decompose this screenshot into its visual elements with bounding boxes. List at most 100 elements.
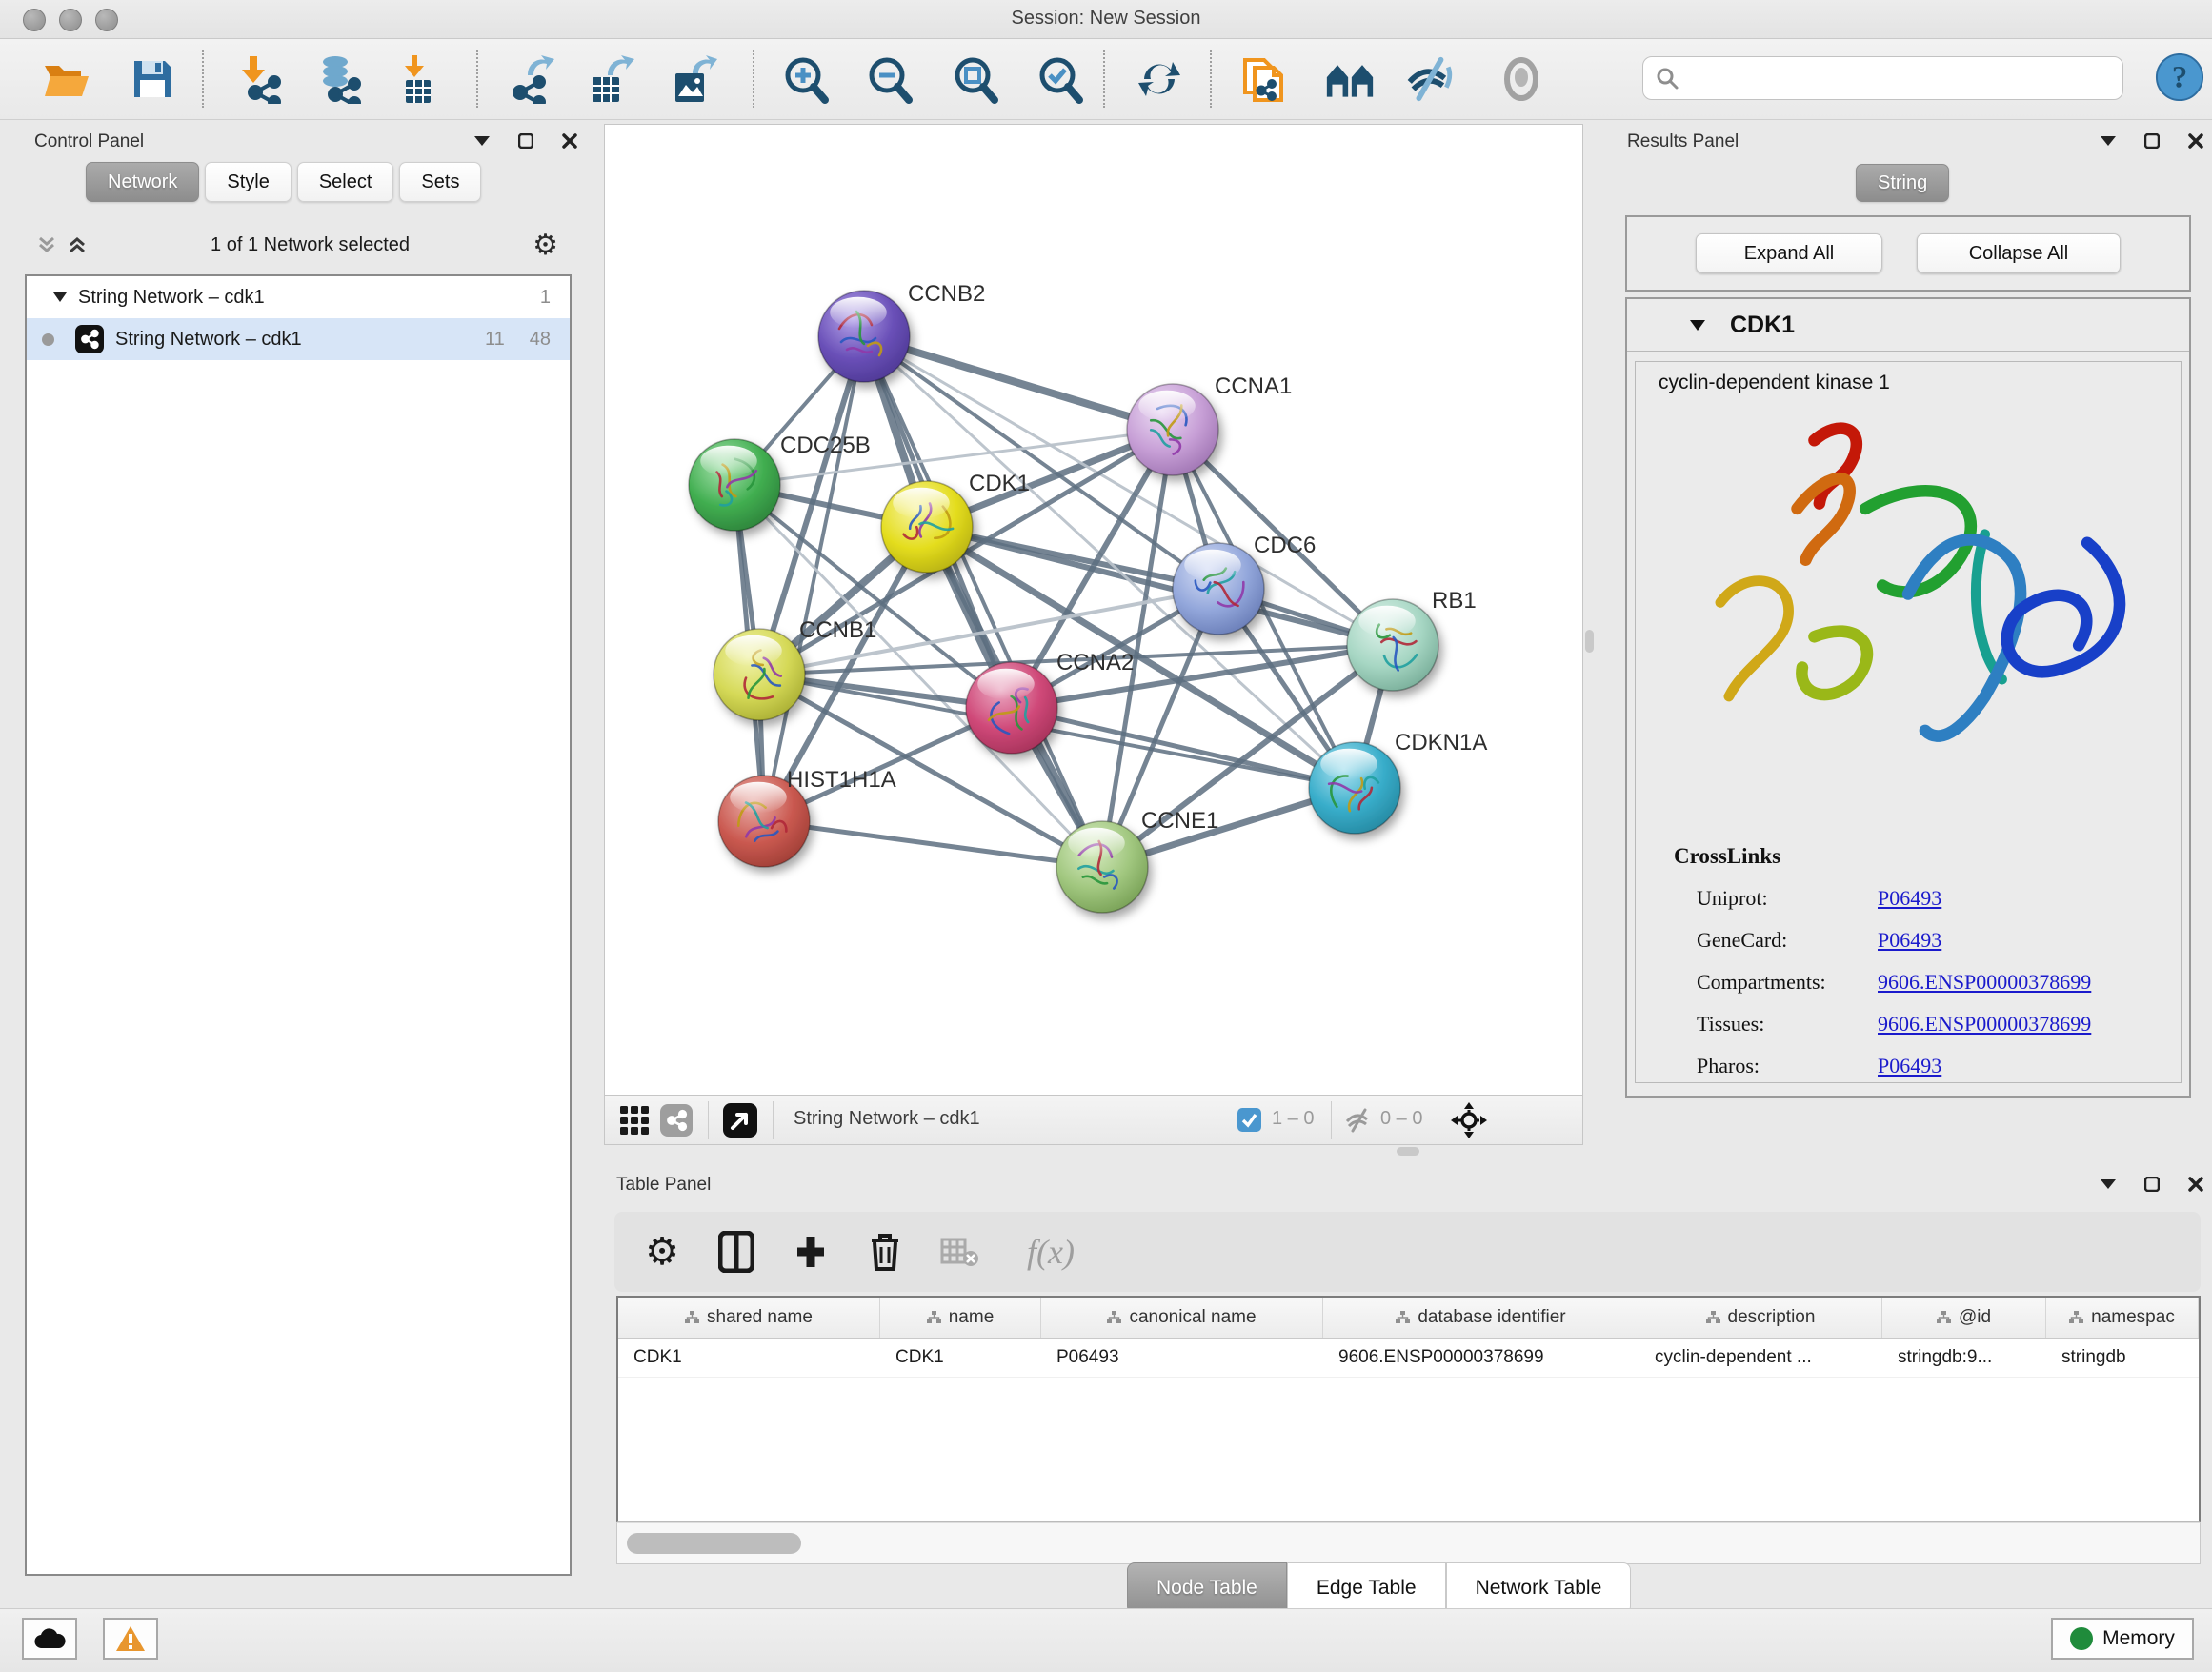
- zoom-fit-icon[interactable]: [950, 54, 999, 104]
- control-panel-menu-icon[interactable]: [473, 131, 492, 151]
- warnings-button[interactable]: [103, 1618, 158, 1660]
- crosslink-value-link[interactable]: P06493: [1878, 1054, 1941, 1078]
- show-hide-graphics-icon[interactable]: [1325, 54, 1375, 104]
- tab-network[interactable]: Network: [86, 162, 199, 202]
- export-network-icon[interactable]: [507, 54, 556, 104]
- table-panel-menu-icon[interactable]: [2099, 1175, 2118, 1194]
- clone-network-icon[interactable]: [1239, 54, 1289, 104]
- tab-edge-table[interactable]: Edge Table: [1287, 1562, 1446, 1614]
- expand-all-button[interactable]: Expand All: [1696, 233, 1882, 273]
- tab-network-table[interactable]: Network Table: [1446, 1562, 1632, 1614]
- tab-sets[interactable]: Sets: [399, 162, 481, 202]
- zoom-out-icon[interactable]: [864, 54, 914, 104]
- node-label-HIST1H1A: HIST1H1A: [787, 767, 896, 793]
- zoom-in-icon[interactable]: [780, 54, 830, 104]
- results-panel-float-icon[interactable]: [2142, 131, 2162, 151]
- control-panel-close-icon[interactable]: [560, 131, 579, 151]
- crosslink-value-link[interactable]: 9606.ENSP00000378699: [1878, 1012, 2091, 1037]
- search-input[interactable]: [1679, 67, 2122, 91]
- column-header-database-identifier[interactable]: database identifier: [1323, 1298, 1639, 1338]
- network-graph[interactable]: CCNB2CCNA1CDC25BCDK1CDC6RB1CCNB1CCNA2CDK…: [605, 125, 1582, 1095]
- window-title-bar: Session: New Session: [0, 0, 2212, 39]
- import-network-database-icon[interactable]: [314, 54, 364, 104]
- help-icon[interactable]: ?: [2155, 52, 2204, 102]
- network-tree-root-row[interactable]: String Network – cdk1 1: [27, 276, 570, 318]
- table-columns-icon[interactable]: [715, 1231, 757, 1273]
- vertical-splitter-handle[interactable]: [1585, 630, 1594, 653]
- crosslink-row: Uniprot:P06493: [1697, 886, 2181, 911]
- refresh-layout-icon[interactable]: [1135, 54, 1184, 104]
- table-panel-float-icon[interactable]: [2142, 1175, 2162, 1194]
- table-panel-close-icon[interactable]: [2186, 1175, 2205, 1194]
- network-node-HIST1H1A[interactable]: HIST1H1A: [718, 767, 896, 867]
- table-settings-gear-icon[interactable]: ⚙: [641, 1231, 683, 1273]
- import-table-icon[interactable]: [396, 54, 446, 104]
- network-tree-child-row[interactable]: String Network – cdk1 11 48: [27, 318, 570, 360]
- import-network-file-icon[interactable]: [236, 54, 286, 104]
- delete-table-icon: [938, 1231, 980, 1273]
- table-horizontal-scrollbar[interactable]: [616, 1522, 2201, 1564]
- control-panel-float-icon[interactable]: [516, 131, 535, 151]
- network-node-CCNA1[interactable]: CCNA1: [1127, 373, 1292, 475]
- column-header-label: shared name: [707, 1307, 813, 1328]
- network-node-CDC25B[interactable]: CDC25B: [689, 433, 871, 531]
- grid-view-icon[interactable]: [620, 1106, 649, 1135]
- control-panel-title-text: Control Panel: [34, 131, 144, 151]
- toolbar-search-field[interactable]: [1642, 56, 2123, 100]
- crosslink-row: Tissues:9606.ENSP00000378699: [1697, 1012, 2181, 1037]
- column-header--id[interactable]: @id: [1882, 1298, 2046, 1338]
- selected-checkbox-icon[interactable]: [1237, 1108, 1261, 1132]
- export-image-icon[interactable]: [668, 54, 717, 104]
- tab-string[interactable]: String: [1856, 164, 1949, 202]
- results-panel-menu-icon[interactable]: [2099, 131, 2118, 151]
- network-options-gear-icon[interactable]: ⚙: [533, 229, 558, 262]
- collapse-all-button[interactable]: Collapse All: [1917, 233, 2121, 273]
- zoom-selected-icon[interactable]: [1035, 54, 1084, 104]
- crosslink-value-link[interactable]: 9606.ENSP00000378699: [1878, 970, 2091, 995]
- entry-collapse-arrow-icon[interactable]: [1690, 320, 1705, 331]
- collapse-all-chevron-icon[interactable]: [36, 234, 57, 255]
- tab-node-table[interactable]: Node Table: [1127, 1562, 1287, 1614]
- column-header-canonical-name[interactable]: canonical name: [1041, 1298, 1323, 1338]
- tab-select[interactable]: Select: [297, 162, 394, 202]
- column-header-name[interactable]: name: [880, 1298, 1041, 1338]
- tree-expand-arrow-icon[interactable]: [53, 292, 67, 302]
- results-entry-header[interactable]: CDK1: [1627, 299, 2189, 352]
- tab-style[interactable]: Style: [205, 162, 291, 202]
- node-label-CDK1: CDK1: [969, 471, 1030, 496]
- column-header-label: database identifier: [1418, 1307, 1565, 1328]
- network-canvas[interactable]: CCNB2CCNA1CDC25BCDK1CDC6RB1CCNB1CCNA2CDK…: [604, 124, 1583, 1096]
- network-view-share-icon[interactable]: [660, 1104, 693, 1137]
- birds-eye-crosshair-icon[interactable]: [1451, 1102, 1487, 1138]
- column-type-icon: [927, 1311, 941, 1324]
- table-add-icon[interactable]: [790, 1231, 832, 1273]
- export-table-icon[interactable]: [585, 54, 634, 104]
- hide-details-eye-slash-icon[interactable]: [1404, 54, 1454, 104]
- memory-button[interactable]: Memory: [2051, 1618, 2194, 1660]
- column-header-shared-name[interactable]: shared name: [618, 1298, 880, 1338]
- crosslink-label: GeneCard:: [1697, 928, 1878, 953]
- detach-view-icon[interactable]: [723, 1103, 757, 1138]
- column-header-namespac[interactable]: namespac: [2046, 1298, 2199, 1338]
- network-node-CDK1[interactable]: CDK1: [881, 471, 1030, 573]
- show-details-eye-icon[interactable]: [1497, 54, 1546, 104]
- horizontal-splitter-handle[interactable]: [1397, 1147, 1419, 1156]
- network-edge-count: 48: [530, 329, 551, 351]
- results-panel-close-icon[interactable]: [2186, 131, 2205, 151]
- table-row[interactable]: CDK1CDK1P064939606.ENSP00000378699cyclin…: [618, 1339, 2199, 1378]
- network-node-CDKN1A[interactable]: CDKN1A: [1309, 730, 1487, 834]
- crosslink-label: Uniprot:: [1697, 886, 1878, 911]
- open-session-icon[interactable]: [42, 54, 91, 104]
- hidden-eye-slash-icon[interactable]: [1344, 1108, 1373, 1133]
- expand-all-chevron-icon[interactable]: [67, 234, 88, 255]
- crosslink-value-link[interactable]: P06493: [1878, 928, 1941, 953]
- column-header-label: namespac: [2091, 1307, 2175, 1328]
- table-delete-icon[interactable]: [864, 1231, 906, 1273]
- column-header-description[interactable]: description: [1639, 1298, 1882, 1338]
- cloud-status-button[interactable]: [22, 1618, 77, 1660]
- network-node-RB1[interactable]: RB1: [1347, 588, 1477, 691]
- column-type-icon: [685, 1311, 699, 1324]
- scrollbar-thumb[interactable]: [627, 1533, 801, 1554]
- crosslink-value-link[interactable]: P06493: [1878, 886, 1941, 911]
- save-session-icon[interactable]: [128, 54, 177, 104]
